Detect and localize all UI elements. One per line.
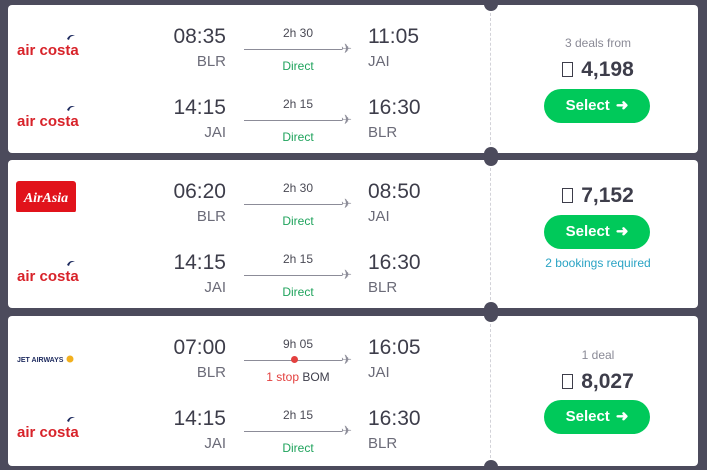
return-leg: air costa 14:15 JAI 2h 15 ✈ Direct 16:30… bbox=[8, 391, 488, 461]
plane-icon: ✈ bbox=[341, 112, 352, 127]
departure-airport: JAI bbox=[204, 435, 226, 452]
air-costa-logo: air costa bbox=[17, 35, 79, 59]
svg-text:JET AIRWAYS: JET AIRWAYS bbox=[17, 357, 64, 364]
outbound-leg: AirAsia 06:20 BLR 2h 30 ✈ Direct 08:50 J… bbox=[8, 164, 488, 234]
flight-duration: 9h 05 bbox=[282, 337, 314, 351]
svg-text:air costa: air costa bbox=[17, 424, 79, 441]
flight-duration: 2h 30 bbox=[282, 181, 314, 195]
flight-duration: 2h 15 bbox=[282, 97, 314, 111]
plane-icon: ✈ bbox=[341, 41, 352, 56]
flight-duration: 2h 15 bbox=[282, 252, 314, 266]
stops-count: 1 stop bbox=[266, 370, 299, 384]
arrival-time: 16:30 bbox=[368, 251, 421, 274]
via-airport: BOM bbox=[302, 370, 330, 384]
arrival-airport: JAI bbox=[368, 53, 390, 70]
select-label: Select bbox=[565, 223, 610, 240]
stops-label: Direct bbox=[282, 214, 314, 228]
plane-icon: ✈ bbox=[341, 196, 352, 211]
plane-icon: ✈ bbox=[341, 267, 352, 282]
departure-time: 14:15 bbox=[173, 96, 226, 119]
price: 8,027 bbox=[498, 370, 698, 394]
price-panel: 7,152 Select ➜ 2 bookings required bbox=[498, 160, 698, 308]
departure-airport: JAI bbox=[204, 279, 226, 296]
flight-result-card[interactable]: AirAsia 06:20 BLR 2h 30 ✈ Direct 08:50 J… bbox=[8, 152, 698, 316]
flight-result-card[interactable]: air costa 08:35 BLR 2h 30 ✈ Direct 11:05… bbox=[8, 0, 698, 161]
departure-time: 14:15 bbox=[173, 251, 226, 274]
flight-result-card[interactable]: JET AIRWAYS 07:00 BLR 9h 05 ✈ 1 stop BOM… bbox=[8, 308, 698, 470]
deals-count: 1 deal bbox=[581, 348, 615, 362]
ticket-divider bbox=[490, 168, 491, 300]
arrival-airport: BLR bbox=[368, 435, 398, 452]
arrow-right-icon: ➜ bbox=[615, 97, 629, 114]
arrival-airport: JAI bbox=[368, 364, 390, 381]
price-value: 4,198 bbox=[581, 58, 634, 81]
price-value: 7,152 bbox=[581, 184, 634, 207]
route-line bbox=[244, 204, 342, 205]
stops-label: Direct bbox=[282, 130, 314, 144]
ticket-notch bbox=[484, 460, 498, 470]
price: 7,152 bbox=[498, 184, 698, 208]
plane-icon: ✈ bbox=[341, 423, 352, 438]
departure-time: 06:20 bbox=[173, 180, 226, 203]
select-label: Select bbox=[565, 408, 610, 425]
svg-text:AirAsia: AirAsia bbox=[23, 191, 68, 206]
price-panel: 3 deals from 4,198 Select ➜ bbox=[498, 5, 698, 153]
flight-duration: 2h 15 bbox=[282, 408, 314, 422]
airasia-logo: AirAsia bbox=[16, 181, 76, 212]
stop-marker bbox=[291, 356, 298, 363]
return-leg: air costa 14:15 JAI 2h 15 ✈ Direct 16:30… bbox=[8, 80, 488, 150]
departure-time: 08:35 bbox=[173, 25, 226, 48]
arrival-time: 16:30 bbox=[368, 96, 421, 119]
return-leg: air costa 14:15 JAI 2h 15 ✈ Direct 16:30… bbox=[8, 235, 488, 305]
deals-count: 3 deals from bbox=[564, 36, 632, 50]
outbound-leg: JET AIRWAYS 07:00 BLR 9h 05 ✈ 1 stop BOM… bbox=[8, 320, 488, 390]
arrival-airport: JAI bbox=[368, 208, 390, 225]
arrival-airport: BLR bbox=[368, 124, 398, 141]
price-value: 8,027 bbox=[581, 370, 634, 393]
svg-text:air costa: air costa bbox=[17, 42, 79, 59]
select-button[interactable]: Select ➜ bbox=[544, 400, 650, 434]
arrow-right-icon: ➜ bbox=[615, 408, 629, 425]
bookings-required-link[interactable]: 2 bookings required bbox=[498, 256, 698, 270]
jet-airways-logo: JET AIRWAYS bbox=[17, 355, 74, 364]
stops-label: 1 stop BOM bbox=[244, 370, 352, 384]
air-costa-logo: air costa bbox=[17, 106, 79, 130]
departure-airport: BLR bbox=[196, 364, 226, 381]
route-line bbox=[244, 275, 342, 276]
arrival-airport: BLR bbox=[368, 279, 398, 296]
outbound-leg: air costa 08:35 BLR 2h 30 ✈ Direct 11:05… bbox=[8, 9, 488, 79]
arrival-time: 16:30 bbox=[368, 407, 421, 430]
departure-airport: JAI bbox=[204, 124, 226, 141]
stops-label: Direct bbox=[282, 441, 314, 455]
currency-icon bbox=[562, 374, 574, 389]
ticket-divider bbox=[490, 324, 491, 458]
route-line bbox=[244, 49, 342, 50]
stops-label: Direct bbox=[282, 285, 314, 299]
currency-icon bbox=[562, 188, 574, 203]
arrow-right-icon: ➜ bbox=[615, 223, 629, 240]
air-costa-logo: air costa bbox=[17, 261, 79, 285]
arrival-time: 08:50 bbox=[368, 180, 421, 203]
departure-time: 14:15 bbox=[173, 407, 226, 430]
select-label: Select bbox=[565, 97, 610, 114]
departure-time: 07:00 bbox=[173, 336, 226, 359]
currency-icon bbox=[562, 62, 574, 77]
air-costa-logo: air costa bbox=[17, 417, 79, 441]
departure-airport: BLR bbox=[196, 53, 226, 70]
plane-icon: ✈ bbox=[341, 352, 352, 367]
departure-airport: BLR bbox=[196, 208, 226, 225]
select-button[interactable]: Select ➜ bbox=[544, 215, 650, 249]
arrival-time: 16:05 bbox=[368, 336, 421, 359]
arrival-time: 11:05 bbox=[368, 25, 419, 48]
ticket-divider bbox=[490, 13, 491, 145]
price: 4,198 bbox=[498, 58, 698, 82]
svg-text:air costa: air costa bbox=[17, 113, 79, 130]
route-line bbox=[244, 120, 342, 121]
route-line bbox=[244, 431, 342, 432]
select-button[interactable]: Select ➜ bbox=[544, 89, 650, 123]
stops-label: Direct bbox=[282, 59, 314, 73]
flight-duration: 2h 30 bbox=[282, 26, 314, 40]
price-panel: 1 deal 8,027 Select ➜ bbox=[498, 316, 698, 466]
svg-text:air costa: air costa bbox=[17, 268, 79, 285]
